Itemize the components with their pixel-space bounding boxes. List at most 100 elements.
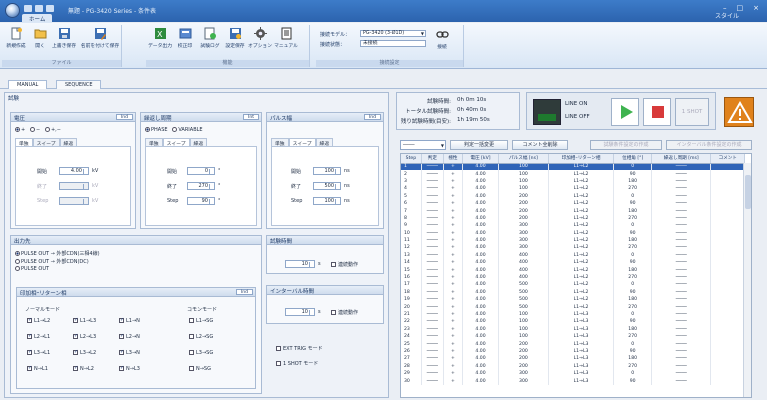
repeat-start-input[interactable]: 0: [187, 167, 215, 175]
normal-mode-option[interactable]: N→L3: [119, 365, 140, 372]
injection-mode-select[interactable]: Ind: [235, 289, 253, 295]
variable-radio[interactable]: [172, 127, 178, 132]
normal-mode-checkbox[interactable]: [27, 365, 32, 371]
table-row[interactable]: 5 ──── +4.00 200 L1→L2 0 ────: [401, 192, 745, 200]
interval-continuous-checkbox[interactable]: [331, 310, 336, 315]
common-mode-checkbox[interactable]: [189, 350, 194, 355]
stop-button[interactable]: [643, 98, 671, 126]
test-time-continuous[interactable]: 連続動作: [331, 261, 358, 268]
table-row[interactable]: 16 ──── +4.00 400 L1→L2 270 ────: [401, 273, 745, 282]
repeat-mode-select[interactable]: Int: [243, 114, 259, 120]
table-row[interactable]: 10 ──── +4.00 300 L1→L2 90 ────: [401, 229, 745, 237]
batch-judge-change-button[interactable]: 判定一括変更: [450, 140, 508, 150]
one-shot-button[interactable]: 1 SHOT: [675, 98, 709, 126]
qat-undo-icon[interactable]: [35, 5, 43, 12]
column-header[interactable]: 極性: [443, 154, 463, 164]
voltage-step-input[interactable]: [59, 197, 89, 205]
normal-mode-checkbox[interactable]: [73, 349, 78, 355]
tab-sequence[interactable]: SEQUENCE: [56, 80, 102, 89]
start-button[interactable]: [611, 98, 639, 126]
new-file-button[interactable]: 新規作成: [4, 27, 28, 49]
table-row[interactable]: 17 ──── +4.00 500 L1→L2 0 ────: [401, 281, 745, 289]
output-option-2[interactable]: PULSE OUT → 外部CDN(DC): [15, 258, 89, 265]
normal-mode-option[interactable]: L2→L3: [73, 333, 96, 340]
table-row[interactable]: 26 ──── +4.00 200 L1→L3 90 ────: [401, 347, 745, 356]
repeat-step-input[interactable]: 90: [187, 197, 215, 205]
calibrate-button[interactable]: 校正印: [173, 27, 197, 49]
table-row[interactable]: 12 ──── +4.00 300 L1→L2 270 ────: [401, 244, 745, 252]
common-mode-checkbox[interactable]: [189, 318, 194, 323]
polarity-positive-radio[interactable]: [15, 127, 20, 132]
one-shot-mode[interactable]: 1 SHOT モード: [276, 360, 318, 367]
output-radio-1[interactable]: [15, 251, 20, 256]
table-row[interactable]: 15 ──── +4.00 400 L1→L2 180 ────: [401, 266, 745, 274]
data-export-button[interactable]: X データ出力: [148, 27, 172, 49]
normal-mode-checkbox[interactable]: [119, 365, 124, 371]
table-row[interactable]: 1 ──── +4.00 100 L1→L2 0 ────: [401, 163, 745, 171]
normal-mode-checkbox[interactable]: [119, 317, 124, 323]
normal-mode-checkbox[interactable]: [27, 333, 32, 339]
table-row[interactable]: 8 ──── +4.00 200 L1→L2 270 ────: [401, 214, 745, 223]
scrollbar-thumb[interactable]: [745, 175, 751, 209]
common-mode-checkbox[interactable]: [189, 334, 194, 339]
qat-save-icon[interactable]: [24, 5, 32, 12]
column-header[interactable]: 繰返し周期 [ms]: [651, 154, 712, 164]
test-log-button[interactable]: 試験ログ: [198, 27, 222, 49]
table-row[interactable]: 6 ──── +4.00 200 L1→L2 90 ────: [401, 199, 745, 208]
common-mode-checkbox[interactable]: [189, 366, 194, 371]
table-row[interactable]: 13 ──── +4.00 400 L1→L2 0 ────: [401, 251, 745, 260]
common-mode-option[interactable]: L1→SG: [189, 318, 213, 324]
normal-mode-option[interactable]: L2→N: [119, 333, 140, 340]
interval-input[interactable]: 10: [285, 308, 315, 316]
voltage-mode-select[interactable]: Ind: [115, 114, 133, 120]
interval-continuous[interactable]: 連続動作: [331, 309, 358, 316]
table-row[interactable]: 22 ──── +4.00 100 L1→L3 90 ────: [401, 318, 745, 326]
table-row[interactable]: 19 ──── +4.00 500 L1→L2 180 ────: [401, 296, 745, 304]
common-mode-option[interactable]: N→SG: [189, 366, 211, 372]
common-mode-option[interactable]: L3→SG: [189, 350, 213, 356]
ext-trig-mode[interactable]: EXT TRIG モード: [276, 345, 323, 352]
table-row[interactable]: 7 ──── +4.00 200 L1→L2 180 ────: [401, 207, 745, 215]
normal-mode-option[interactable]: N→L1: [27, 365, 48, 372]
warning-button[interactable]: [724, 97, 754, 127]
one-shot-checkbox[interactable]: [276, 361, 281, 366]
test-time-input[interactable]: 10: [285, 260, 315, 268]
table-row[interactable]: 14 ──── +4.00 400 L1→L2 90 ────: [401, 259, 745, 267]
option-button[interactable]: オプション: [248, 27, 272, 49]
normal-mode-option[interactable]: L1→N: [119, 317, 140, 324]
save-as-button[interactable]: 名前を付けて保存: [80, 27, 120, 49]
output-option-3[interactable]: PULSE OUT: [15, 266, 49, 272]
table-row[interactable]: 27 ──── +4.00 200 L1→L3 180 ────: [401, 355, 745, 363]
column-header[interactable]: 判定: [421, 154, 444, 164]
table-row[interactable]: 20 ──── +4.00 500 L1→L2 270 ────: [401, 303, 745, 311]
common-mode-option[interactable]: L2→SG: [189, 334, 213, 340]
delete-all-comments-button[interactable]: コメント全削除: [512, 140, 568, 150]
column-header[interactable]: 位相角 [°]: [613, 154, 653, 164]
normal-mode-option[interactable]: L3→L2: [73, 349, 96, 356]
column-header[interactable]: Step: [401, 154, 422, 164]
column-header[interactable]: パルス幅 [ns]: [498, 154, 549, 164]
table-row[interactable]: 29 ──── +4.00 300 L1→L3 0 ────: [401, 369, 745, 378]
normal-mode-checkbox[interactable]: [27, 349, 32, 355]
output-radio-3[interactable]: [15, 266, 20, 271]
table-row[interactable]: 4 ──── +4.00 100 L1→L2 270 ────: [401, 185, 745, 193]
voltage-end-input[interactable]: [59, 182, 89, 190]
column-header[interactable]: コメント: [710, 154, 745, 164]
create-interval-condition-button[interactable]: インターバル条件設定の作成: [666, 140, 752, 150]
table-row[interactable]: 11 ──── +4.00 300 L1→L2 180 ────: [401, 236, 745, 245]
close-button[interactable]: ×: [753, 4, 759, 12]
open-button[interactable]: 開く: [28, 27, 52, 49]
normal-mode-checkbox[interactable]: [119, 349, 124, 355]
normal-mode-option[interactable]: L2→L1: [27, 333, 50, 340]
connect-button[interactable]: 接続: [430, 28, 454, 50]
table-row[interactable]: 23 ──── +4.00 100 L1→L3 180 ────: [401, 325, 745, 333]
normal-mode-checkbox[interactable]: [119, 333, 124, 339]
column-header[interactable]: 印加相ｰリターン相: [548, 154, 615, 164]
polarity-negative-radio[interactable]: [29, 127, 35, 132]
pulse-step-input[interactable]: 100: [313, 197, 341, 205]
model-select[interactable]: PG-3420 (3-Ø1D) ▼: [360, 30, 426, 37]
normal-mode-option[interactable]: L1→L3: [73, 317, 96, 324]
column-header[interactable]: 電圧 [kV]: [462, 154, 500, 164]
normal-mode-option[interactable]: L1→L2: [27, 317, 50, 324]
output-radio-2[interactable]: [15, 259, 20, 264]
